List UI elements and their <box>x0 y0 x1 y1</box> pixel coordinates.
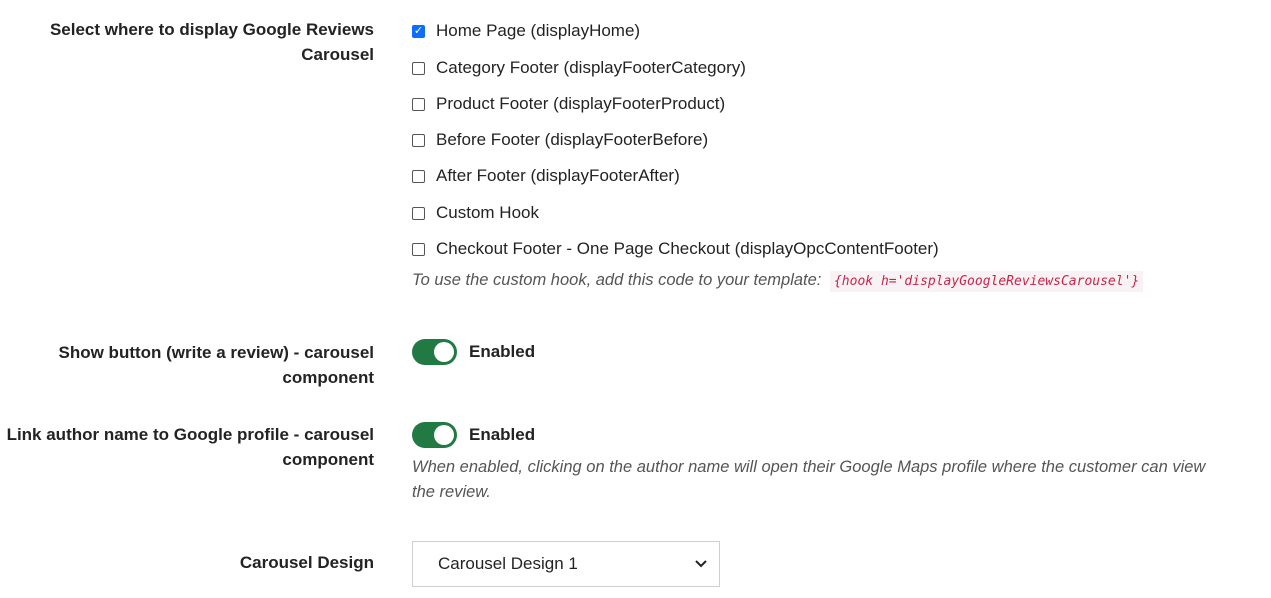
toggle-status: Enabled <box>469 342 536 361</box>
checkbox-icon[interactable] <box>412 97 425 111</box>
checkbox-icon[interactable] <box>412 169 425 183</box>
checkbox-label: Category Footer (displayFooterCategory) <box>436 58 746 77</box>
checkbox-label: Custom Hook <box>436 203 539 222</box>
checkbox-label: Product Footer (displayFooterProduct) <box>436 94 726 113</box>
checkbox-custom-hook[interactable]: Custom Hook <box>412 202 539 224</box>
toggle-knob <box>434 342 454 362</box>
link-author-toggle-row: Enabled <box>412 421 535 449</box>
custom-hook-help: To use the custom hook, add this code to… <box>412 268 1144 294</box>
checkbox-icon[interactable] <box>412 242 425 256</box>
checkbox-checked-icon[interactable] <box>412 24 425 38</box>
link-author-help: When enabled, clicking on the author nam… <box>412 458 1206 501</box>
checkbox-checkout-footer[interactable]: Checkout Footer - One Page Checkout (dis… <box>412 238 939 260</box>
show-button-toggle[interactable] <box>412 339 457 365</box>
chevron-down-icon <box>691 554 711 574</box>
checkbox-after-footer[interactable]: After Footer (displayFooterAfter) <box>412 165 680 187</box>
checkbox-product-footer[interactable]: Product Footer (displayFooterProduct) <box>412 93 725 115</box>
checkbox-label: Checkout Footer - One Page Checkout (dis… <box>436 239 939 258</box>
checkbox-home-page[interactable]: Home Page (displayHome) <box>412 20 640 42</box>
checkbox-label: Before Footer (displayFooterBefore) <box>436 130 709 149</box>
carousel-design-select[interactable]: Carousel Design 1 <box>412 541 720 587</box>
checkbox-icon[interactable] <box>412 206 425 220</box>
show-button-toggle-row: Enabled <box>412 338 535 366</box>
checkbox-category-footer[interactable]: Category Footer (displayFooterCategory) <box>412 57 746 79</box>
carousel-design-label: Carousel Design <box>239 553 374 572</box>
checkbox-label: Home Page (displayHome) <box>436 21 641 40</box>
checkbox-icon[interactable] <box>412 133 425 147</box>
checkbox-label: After Footer (displayFooterAfter) <box>436 166 680 185</box>
link-author-toggle[interactable] <box>412 422 457 448</box>
select-value: Carousel Design 1 <box>438 554 578 573</box>
hook-code: {hook h='displayGoogleReviewsCarousel'} <box>829 271 1144 292</box>
link-author-label: Link author name to Google profile - car… <box>6 425 374 469</box>
checkbox-before-footer[interactable]: Before Footer (displayFooterBefore) <box>412 129 708 151</box>
toggle-status: Enabled <box>469 425 536 444</box>
toggle-knob <box>434 425 454 445</box>
display-locations-label: Select where to display Google Reviews C… <box>49 20 374 64</box>
show-button-label: Show button (write a review) - carousel … <box>58 343 375 387</box>
checkbox-icon[interactable] <box>412 61 425 75</box>
